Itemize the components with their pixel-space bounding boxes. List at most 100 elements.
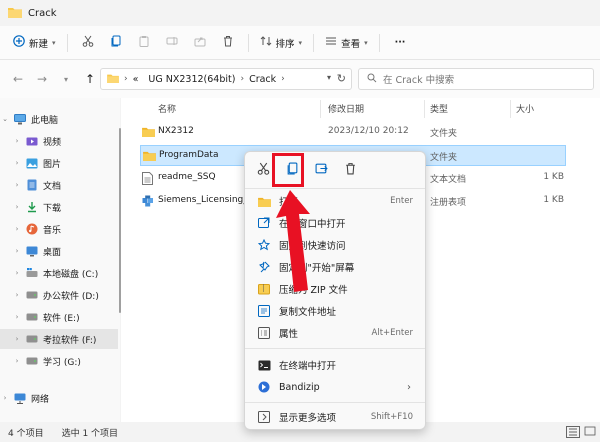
sort-button[interactable]: 排序 ▾ (255, 30, 308, 56)
sidebar-item-this-pc[interactable]: ⌄ 此电脑 (0, 109, 118, 129)
chevron-down-icon[interactable]: ▾ (327, 73, 331, 82)
breadcrumb-ug-nx2312[interactable]: UG NX2312(64bit) (148, 74, 235, 85)
paste-button[interactable] (130, 30, 158, 56)
sidebar-item-videos[interactable]: › 视频 (0, 131, 118, 151)
chevron-right-icon[interactable]: › (12, 181, 22, 189)
bandizip-icon (255, 380, 273, 394)
column-header-name[interactable]: 名称 (158, 102, 176, 115)
sidebar-item-drive-e[interactable]: › 软件 (E:) (0, 307, 118, 327)
folder-icon (142, 126, 155, 140)
chevron-down-icon: ▾ (52, 38, 56, 47)
desktop-icon (26, 245, 38, 257)
chevron-down-icon[interactable]: ⌄ (0, 115, 10, 123)
sidebar-item-network[interactable]: › 网络 (0, 388, 118, 408)
chevron-right-icon[interactable]: › (12, 159, 22, 167)
chevron-right-icon[interactable]: › (12, 313, 22, 321)
sidebar-item-drive-f[interactable]: › 考拉软件 (F:) (0, 329, 118, 349)
up-button[interactable]: ↑ (78, 67, 102, 91)
menu-item-properties[interactable]: 属性 Alt+Enter (249, 322, 421, 344)
rename-button[interactable] (158, 30, 186, 56)
menu-item-show-more-options[interactable]: 显示更多选项 Shift+F10 (249, 406, 421, 428)
scissors-icon (257, 162, 270, 178)
toolbar-separator (378, 33, 380, 52)
chevron-right-icon[interactable]: › (12, 247, 22, 255)
chevron-right-icon[interactable]: › (12, 203, 22, 211)
chevron-right-icon[interactable]: › (12, 269, 22, 277)
search-box[interactable]: 在 Crack 中搜索 (358, 68, 594, 90)
menu-item-bandizip[interactable]: Bandizip › (249, 376, 421, 398)
menu-item-open-terminal[interactable]: 在终端中打开 (249, 354, 421, 376)
back-button[interactable]: ← (6, 67, 30, 91)
share-button[interactable] (186, 30, 214, 56)
delete-button[interactable] (214, 30, 242, 56)
pin-icon (255, 260, 273, 274)
details-view-button[interactable] (566, 426, 580, 438)
menu-item-shortcut: Enter (390, 196, 413, 206)
chevron-right-icon[interactable]: › (12, 335, 22, 343)
sidebar-item-label: 学习 (G:) (43, 357, 81, 368)
trash-icon (344, 162, 357, 178)
text-file-icon (142, 172, 153, 188)
copy-icon (110, 35, 122, 50)
menu-item-copy-path[interactable]: 复制文件地址 (249, 300, 421, 322)
sidebar-item-pictures[interactable]: › 图片 (0, 153, 118, 173)
address-bar[interactable]: › « UG NX2312(64bit) › Crack › ▾ ↻ (100, 68, 352, 90)
sidebar-item-drive-g[interactable]: › 学习 (G:) (0, 351, 118, 371)
file-name: readme_SSQ (158, 172, 216, 182)
chevron-down-icon: ▾ (364, 38, 368, 47)
pc-icon (14, 113, 26, 125)
chevron-right-icon[interactable]: › (12, 291, 22, 299)
pin-star-icon (255, 238, 273, 252)
column-divider[interactable] (320, 100, 321, 118)
copy-button[interactable] (102, 30, 130, 56)
file-type: 文本文档 (430, 175, 467, 185)
new-button[interactable]: 新建 ▾ (8, 30, 61, 56)
column-divider[interactable] (424, 100, 425, 118)
download-icon (26, 201, 38, 213)
forward-button[interactable]: → (30, 67, 54, 91)
document-icon (26, 179, 38, 191)
properties-icon (255, 326, 273, 340)
breadcrumb-overflow[interactable]: « (133, 74, 139, 85)
sidebar-item-documents[interactable]: › 文档 (0, 175, 118, 195)
share-icon (315, 162, 328, 178)
drive-icon (26, 333, 38, 345)
column-header-size[interactable]: 大小 (516, 102, 534, 115)
menu-item-label: 显示更多选项 (279, 413, 337, 424)
sidebar-item-drive-d[interactable]: › 办公软件 (D:) (0, 285, 118, 305)
sidebar-item-label: 图片 (43, 159, 62, 170)
chevron-right-icon[interactable]: › (12, 137, 22, 145)
chevron-right-icon[interactable]: › (0, 394, 10, 402)
new-button-label: 新建 (29, 38, 49, 50)
video-icon (26, 135, 38, 147)
column-header-type[interactable]: 类型 (430, 102, 448, 115)
rename-icon (166, 35, 178, 50)
chevron-right-icon[interactable]: › (12, 357, 22, 365)
file-name: NX2312 (158, 126, 194, 136)
red-arrow-annotation (276, 190, 310, 292)
delete-button[interactable] (336, 156, 364, 184)
sidebar-item-drive-c[interactable]: › 本地磁盘 (C:) (0, 263, 118, 283)
chevron-down-icon: ▾ (298, 38, 303, 47)
sort-button-label: 排序 (275, 38, 295, 50)
cut-button[interactable] (74, 30, 102, 56)
chevron-right-icon[interactable]: › (12, 225, 22, 233)
column-header-date[interactable]: 修改日期 (328, 102, 364, 115)
recent-button[interactable]: ▾ (54, 67, 78, 91)
more-button[interactable]: ··· (386, 30, 411, 56)
refresh-icon[interactable]: ↻ (337, 72, 346, 85)
sidebar-item-music[interactable]: › 音乐 (0, 219, 118, 239)
sidebar-item-downloads[interactable]: › 下载 (0, 197, 118, 217)
new-window-icon (255, 216, 273, 230)
arrow-up-icon: ↑ (84, 72, 96, 86)
chevron-right-icon: › (281, 74, 285, 84)
file-row[interactable]: NX2312 2023/12/10 20:12 文件夹 (140, 122, 566, 143)
view-button[interactable]: 查看 ▾ (320, 30, 373, 56)
menu-item-label: 属性 (279, 329, 299, 340)
tiles-view-button[interactable] (584, 426, 598, 438)
sidebar-item-label: 音乐 (43, 225, 62, 236)
sidebar-item-desktop[interactable]: › 桌面 (0, 241, 118, 261)
breadcrumb-crack[interactable]: Crack (249, 74, 276, 85)
column-divider[interactable] (510, 100, 511, 118)
folder-icon (143, 150, 156, 164)
